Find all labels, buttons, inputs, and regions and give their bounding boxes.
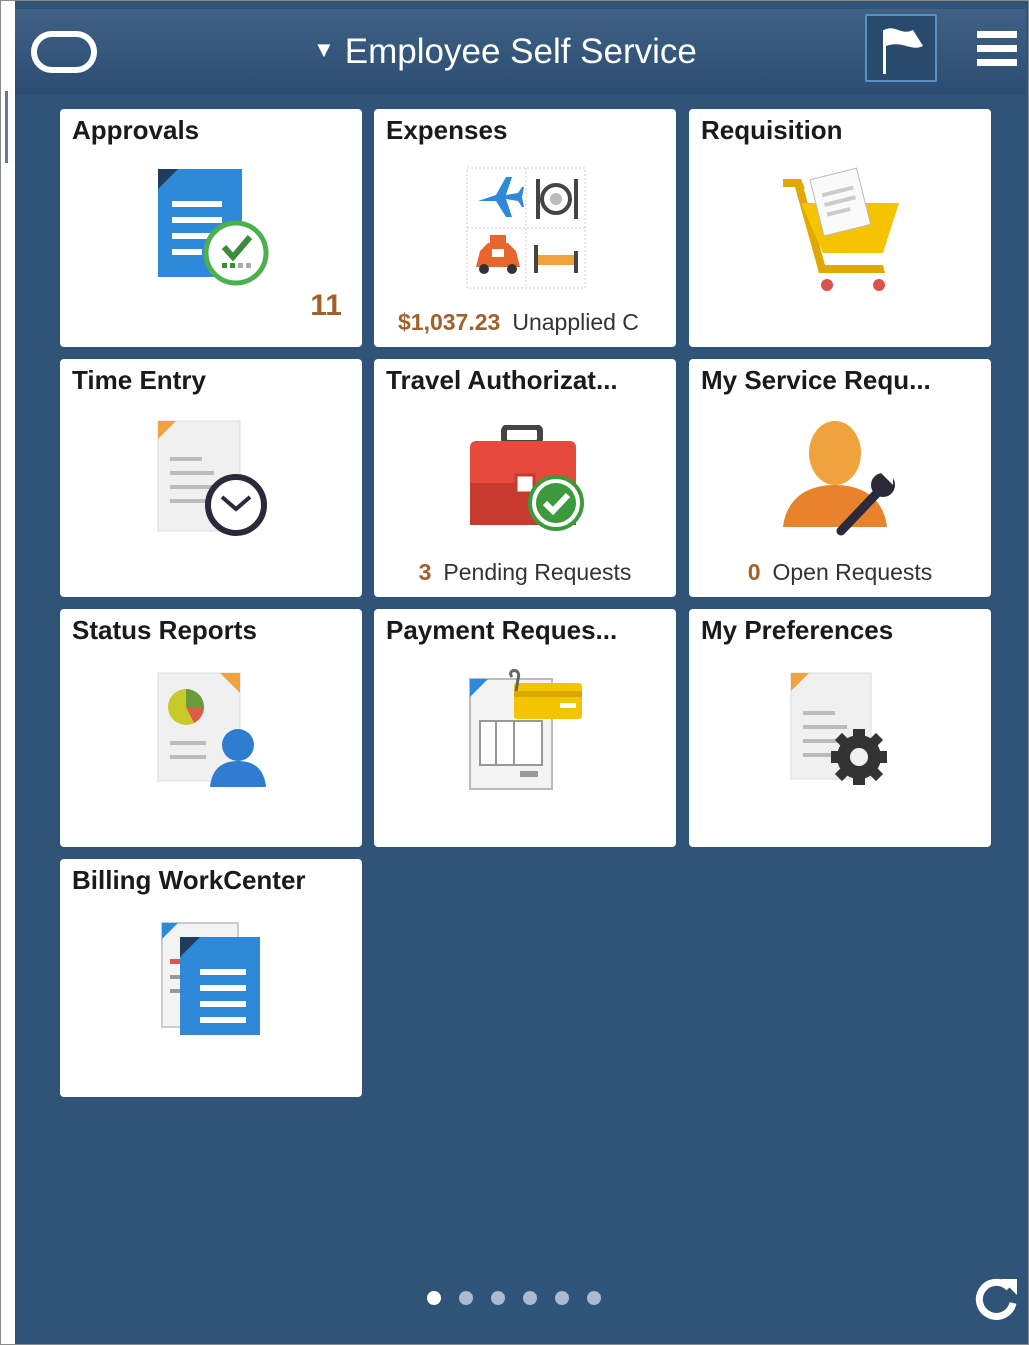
tile-payment-requests[interactable]: Payment Reques... [374,609,676,847]
person-wrench-icon [783,421,895,536]
tile-title: Billing WorkCenter [72,865,306,895]
open-label: Open Requests [772,559,933,585]
hamburger-menu-icon [977,31,1017,66]
suitcase-check-icon [470,425,584,531]
tile-title: Payment Reques... [386,615,618,645]
page-dot-2[interactable] [459,1291,473,1305]
expenses-amount: $1,037.23 [398,309,501,335]
header-bar: ▼ Employee Self Service [15,9,1026,95]
tile-title: Status Reports [72,615,257,645]
travel-expense-icon [466,167,586,289]
document-clock-icon [157,420,267,536]
page-indicator [427,1291,619,1311]
app-window: ▼ Employee Self Service Approvals 11 Exp… [0,0,1029,1345]
tile-my-preferences[interactable]: My Preferences [689,609,991,847]
expenses-info-label: Unapplied C [512,309,639,335]
tile-title: My Service Requ... [701,365,931,395]
pending-label: Pending Requests [443,559,632,585]
travel-pending-summary: 3 Pending Requests [374,559,676,586]
tile-title: Time Entry [72,365,206,395]
tile-title: Requisition [701,115,843,145]
document-check-icon [158,169,269,286]
refresh-button[interactable] [973,1275,1019,1321]
tile-approvals[interactable]: Approvals 11 [60,109,362,347]
tile-time-entry[interactable]: Time Entry [60,359,362,597]
service-requests-summary: 0 Open Requests [689,559,991,586]
open-count: 0 [747,559,761,585]
oracle-logo-icon[interactable] [31,31,97,73]
homepage-title-label: Employee Self Service [344,32,697,71]
page-dot-3[interactable] [491,1291,505,1305]
tile-title: Approvals [72,115,200,145]
page-dot-6[interactable] [587,1291,601,1305]
tile-billing-workcenter[interactable]: Billing WorkCenter [60,859,362,1097]
page-dot-4[interactable] [523,1291,537,1305]
tile-expenses[interactable]: Expenses $1,037.23 Unapplied C [374,109,676,347]
homepage-title[interactable]: ▼ Employee Self Service [313,27,697,75]
tile-my-service-requests[interactable]: My Service Requ... 0 Open Requests [689,359,991,597]
documents-stack-icon [161,922,260,1035]
tile-title: My Preferences [701,615,894,645]
refresh-icon [975,1278,1017,1320]
report-person-icon [157,672,266,787]
tile-requisition[interactable]: Requisition [689,109,991,347]
expenses-summary: $1,037.23 Unapplied C [398,309,668,336]
notifications-flag-button[interactable] [865,14,937,82]
tile-title: Travel Authorizat... [386,365,618,395]
tile-status-reports[interactable]: Status Reports [60,609,362,847]
page-dot-1[interactable] [427,1291,441,1305]
invoice-card-icon [469,669,582,790]
page-dot-5[interactable] [555,1291,569,1305]
approvals-count: 11 [310,289,342,322]
document-gear-icon [790,672,887,785]
shopping-cart-icon [783,167,899,291]
flag-icon [883,28,923,74]
main-menu-button[interactable] [975,27,1019,71]
triangle-down-icon: ▼ [313,37,335,62]
tile-title: Expenses [386,115,508,145]
pending-count: 3 [418,559,432,585]
tile-travel-authorization[interactable]: Travel Authorizat... 3 Pending Requests [374,359,676,597]
